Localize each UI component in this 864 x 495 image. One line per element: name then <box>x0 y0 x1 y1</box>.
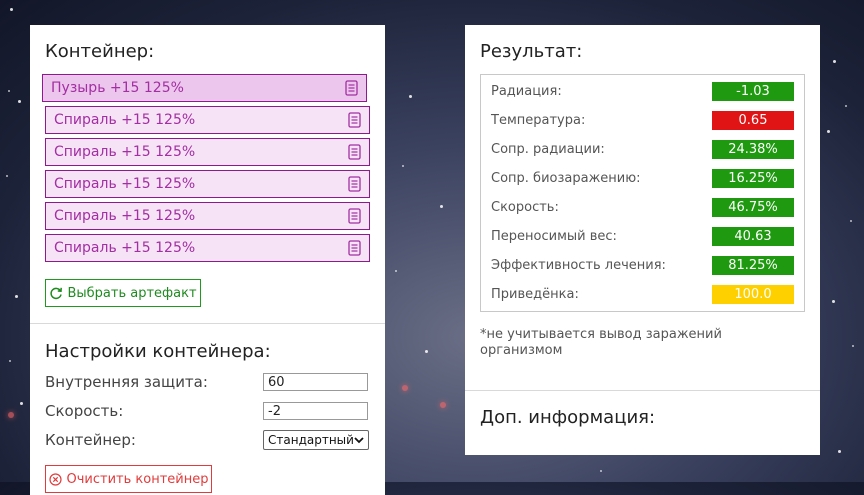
snowflake <box>833 60 836 63</box>
result-row-value: 40.63 <box>712 227 794 246</box>
speed-input[interactable] <box>263 402 368 420</box>
result-row-value: 16.25% <box>712 169 794 188</box>
container-type-value: Стандартный <box>268 433 354 447</box>
inner-protection-label: Внутренняя защита: <box>45 373 208 391</box>
result-footnote: *не учитывается вывод заражений организм… <box>480 327 722 358</box>
slot-label: Спираль +15 125% <box>54 176 196 192</box>
snowflake <box>18 100 21 103</box>
close-circle-icon <box>48 472 62 486</box>
document-icon[interactable] <box>348 112 361 128</box>
document-icon[interactable] <box>348 240 361 256</box>
snowflake <box>845 105 847 107</box>
slot-label: Спираль +15 125% <box>54 112 196 128</box>
snowflake <box>395 270 397 272</box>
result-row-value: 0.65 <box>712 111 794 130</box>
result-table: Радиация: -1.03 Температура: 0.65 Сопр. … <box>480 74 805 312</box>
result-row-value: 100.0 <box>712 285 794 304</box>
clear-container-button[interactable]: Очистить контейнер <box>45 465 212 493</box>
container-slot-3[interactable]: Спираль +15 125% <box>45 138 370 166</box>
light-glow <box>8 412 14 418</box>
container-slot-1[interactable]: Пузырь +15 125% <box>42 74 367 102</box>
divider <box>30 323 385 324</box>
snowflake <box>832 300 835 303</box>
result-row-label: Переносимый вес: <box>491 229 617 244</box>
result-panel: Результат: Радиация: -1.03 Температура: … <box>465 25 820 455</box>
light-glow <box>440 402 446 408</box>
snowflake <box>6 175 8 177</box>
document-icon[interactable] <box>348 144 361 160</box>
result-row-value: 46.75% <box>712 198 794 217</box>
document-icon[interactable] <box>348 208 361 224</box>
clear-container-label: Очистить контейнер <box>66 471 209 487</box>
document-icon[interactable] <box>348 176 361 192</box>
result-row-label: Эффективность лечения: <box>491 258 666 273</box>
result-row-label: Приведёнка: <box>491 287 579 302</box>
container-slot-4[interactable]: Спираль +15 125% <box>45 170 370 198</box>
snowflake <box>9 360 11 362</box>
snowflake <box>600 470 602 472</box>
result-row-label: Радиация: <box>491 84 562 99</box>
light-glow <box>402 385 408 391</box>
result-row-value: -1.03 <box>712 82 794 101</box>
chevron-down-icon <box>354 437 364 444</box>
slot-label: Спираль +15 125% <box>54 208 196 224</box>
snowflake <box>402 165 404 167</box>
container-panel: Контейнер: Пузырь +15 125% Спираль +15 1… <box>30 25 385 495</box>
snowflake <box>425 350 428 353</box>
slot-label: Спираль +15 125% <box>54 240 196 256</box>
container-slot-6[interactable]: Спираль +15 125% <box>45 234 370 262</box>
snowflake <box>838 450 841 453</box>
result-row-label: Сопр. биозаражению: <box>491 171 641 186</box>
choose-artifact-button[interactable]: Выбрать артефакт <box>45 279 201 307</box>
slot-label: Спираль +15 125% <box>54 144 196 160</box>
snowflake <box>827 130 830 133</box>
snowflake <box>852 345 854 347</box>
inner-protection-input[interactable] <box>263 373 368 391</box>
container-slot-2[interactable]: Спираль +15 125% <box>45 106 370 134</box>
speed-label: Скорость: <box>45 402 124 420</box>
extra-info-title: Доп. информация: <box>480 407 656 428</box>
document-icon[interactable] <box>345 80 358 96</box>
snowflake <box>20 402 23 405</box>
result-row-label: Температура: <box>491 113 586 128</box>
container-title: Контейнер: <box>45 41 155 62</box>
snowflake <box>10 8 13 11</box>
slot-label: Пузырь +15 125% <box>51 80 184 96</box>
snowflake <box>409 95 412 98</box>
settings-title: Настройки контейнера: <box>45 341 271 362</box>
result-row-value: 24.38% <box>712 140 794 159</box>
snowflake <box>850 220 852 222</box>
divider <box>465 390 820 391</box>
result-title: Результат: <box>480 41 583 62</box>
result-row-label: Скорость: <box>491 200 559 215</box>
container-type-label: Контейнер: <box>45 431 136 449</box>
result-row-value: 81.25% <box>712 256 794 275</box>
snowflake <box>8 90 10 92</box>
result-row-label: Сопр. радиации: <box>491 142 605 157</box>
snowflake <box>15 295 18 298</box>
container-type-select[interactable]: Стандартный <box>263 430 369 450</box>
choose-artifact-label: Выбрать артефакт <box>67 285 197 301</box>
refresh-icon <box>50 287 63 300</box>
snowflake <box>440 205 443 208</box>
container-slot-5[interactable]: Спираль +15 125% <box>45 202 370 230</box>
